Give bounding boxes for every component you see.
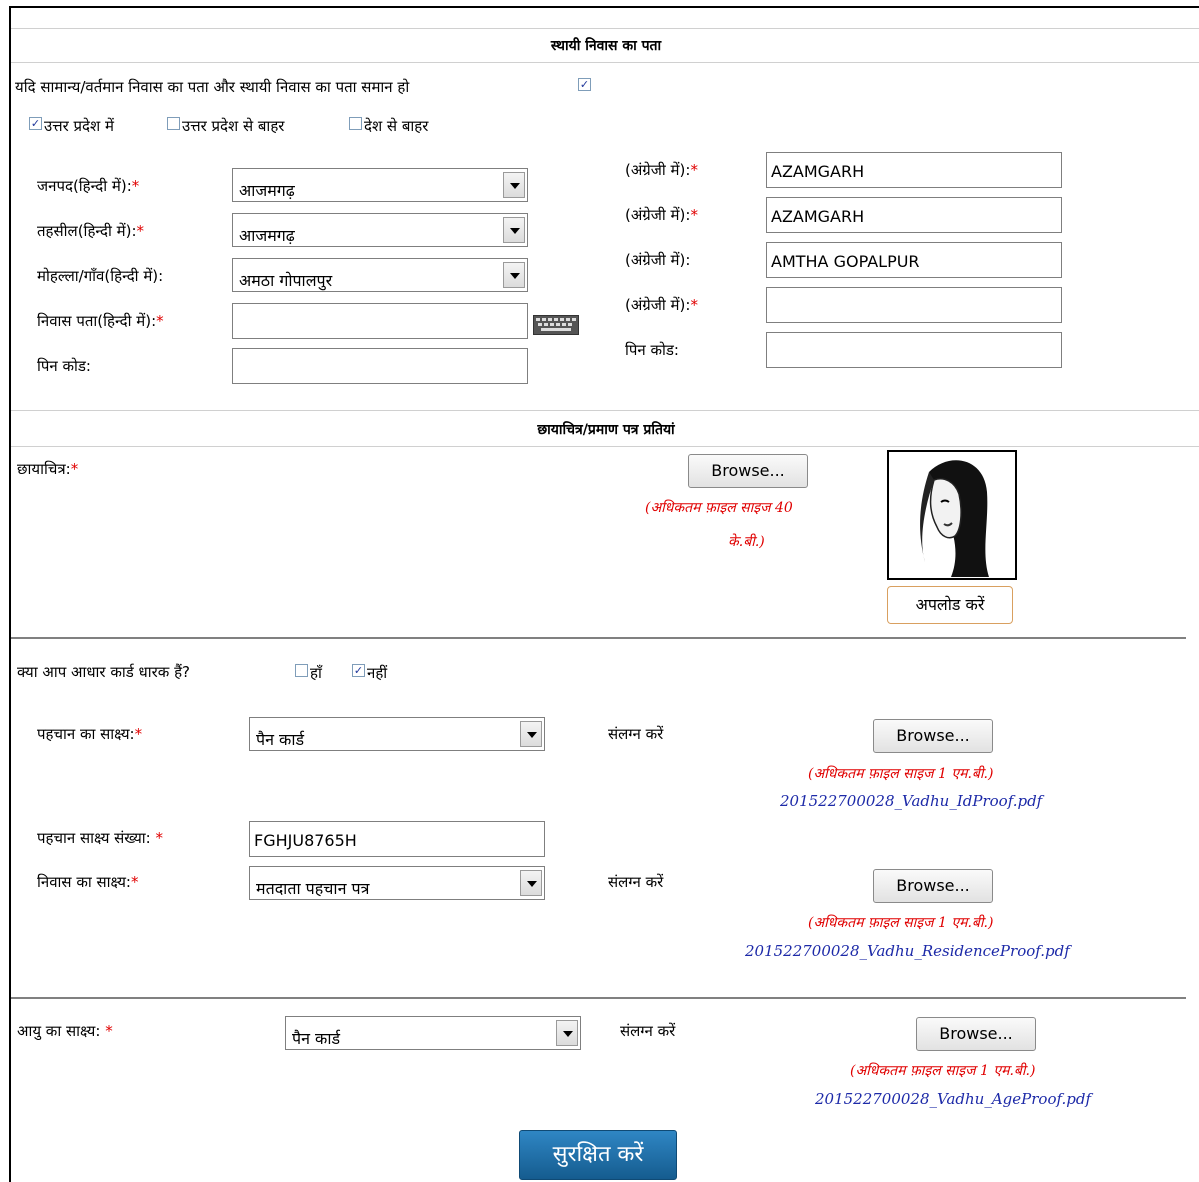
district-label: जनपद(हिन्दी में):* bbox=[37, 177, 140, 195]
same-address-checkbox[interactable]: ✓ bbox=[578, 78, 591, 91]
age-size-note: (अधिकतम फ़ाइल साइज 1 एम.बी.) bbox=[850, 1063, 1036, 1079]
age-file-link[interactable]: 201522700028_Vadhu_AgeProof.pdf bbox=[815, 1090, 1091, 1108]
pincode-input[interactable] bbox=[232, 348, 528, 384]
district-en-label: (अंग्रेजी में):* bbox=[625, 161, 698, 179]
save-button[interactable]: सुरक्षित करें bbox=[519, 1130, 677, 1180]
address-en-label: (अंग्रेजी में):* bbox=[625, 296, 698, 314]
aadhaar-yes-label: हाँ bbox=[310, 664, 322, 682]
tehsil-select[interactable]: आजमगढ़ bbox=[232, 213, 528, 247]
residence-attach-label: संलग्न करें bbox=[608, 873, 664, 891]
divider bbox=[11, 997, 1186, 999]
age-browse-button[interactable]: Browse... bbox=[916, 1017, 1036, 1051]
tehsil-en-input[interactable]: AZAMGARH bbox=[766, 197, 1062, 233]
photo-label: छायाचित्र:* bbox=[17, 460, 79, 478]
identity-file-link[interactable]: 201522700028_Vadhu_IdProof.pdf bbox=[780, 792, 1042, 810]
location-up-checkbox[interactable]: ✓ bbox=[29, 117, 42, 130]
age-proof-select[interactable]: पैन कार्ड bbox=[285, 1016, 581, 1050]
photo-size-note-line2: के.बी.) bbox=[728, 534, 765, 550]
tehsil-label: तहसील(हिन्दी में):* bbox=[37, 222, 145, 240]
district-select[interactable]: आजमगढ़ bbox=[232, 168, 528, 202]
age-attach-label: संलग्न करें bbox=[620, 1022, 676, 1040]
photo-preview bbox=[887, 450, 1017, 580]
address-en-input[interactable] bbox=[766, 287, 1062, 323]
portrait-image bbox=[920, 460, 989, 577]
residence-proof-select[interactable]: मतदाता पहचान पत्र bbox=[249, 866, 545, 900]
chevron-down-icon[interactable] bbox=[520, 721, 542, 747]
location-outside-country-checkbox[interactable] bbox=[349, 117, 362, 130]
identity-browse-button[interactable]: Browse... bbox=[873, 719, 993, 753]
identity-proof-label: पहचान का साक्ष्य:* bbox=[37, 725, 143, 743]
residence-size-note: (अधिकतम फ़ाइल साइज 1 एम.बी.) bbox=[808, 915, 994, 931]
chevron-down-icon[interactable] bbox=[556, 1020, 578, 1046]
identity-attach-label: संलग्न करें bbox=[608, 725, 664, 743]
divider bbox=[11, 28, 1199, 29]
aadhaar-question: क्या आप आधार कार्ड धारक हैं? bbox=[17, 663, 190, 681]
village-en-label: (अंग्रेजी में): bbox=[625, 251, 691, 269]
pincode-en-input[interactable] bbox=[766, 332, 1062, 368]
location-outside-country-label: देश से बाहर bbox=[364, 117, 429, 135]
same-address-label: यदि सामान्य/वर्तमान निवास का पता और स्था… bbox=[15, 78, 410, 96]
age-proof-label: आयु का साक्ष्य: * bbox=[17, 1022, 113, 1040]
village-label: मोहल्ला/गाँव(हिन्दी में): bbox=[37, 267, 164, 285]
identity-number-input[interactable]: FGHJU8765H bbox=[249, 821, 545, 857]
village-en-input[interactable]: AMTHA GOPALPUR bbox=[766, 242, 1062, 278]
identity-number-label: पहचान साक्ष्य संख्या: * bbox=[37, 829, 163, 847]
identity-proof-select[interactable]: पैन कार्ड bbox=[249, 717, 545, 751]
divider bbox=[11, 62, 1199, 63]
village-select[interactable]: अमठा गोपालपुर bbox=[232, 258, 528, 292]
divider bbox=[11, 637, 1186, 639]
district-en-input[interactable]: AZAMGARH bbox=[766, 152, 1062, 188]
location-outside-up-label: उत्तर प्रदेश से बाहर bbox=[182, 117, 285, 135]
chevron-down-icon[interactable] bbox=[503, 262, 525, 288]
tehsil-en-label: (अंग्रेजी में):* bbox=[625, 206, 698, 224]
aadhaar-no-label: नहीं bbox=[367, 664, 388, 682]
chevron-down-icon[interactable] bbox=[503, 217, 525, 243]
pincode-label: पिन कोड: bbox=[37, 357, 91, 375]
aadhaar-yes-checkbox[interactable] bbox=[295, 664, 308, 677]
section-title-documents: छायाचित्र/प्रमाण पत्र प्रतियां bbox=[537, 422, 675, 438]
residence-proof-label: निवास का साक्ष्य:* bbox=[37, 873, 139, 891]
location-up-label: उत्तर प्रदेश में bbox=[44, 117, 114, 135]
pincode-en-label: पिन कोड: bbox=[625, 341, 679, 359]
residence-browse-button[interactable]: Browse... bbox=[873, 869, 993, 903]
address-input[interactable] bbox=[232, 303, 528, 339]
identity-size-note: (अधिकतम फ़ाइल साइज 1 एम.बी.) bbox=[808, 766, 994, 782]
upload-button[interactable]: अपलोड करें bbox=[887, 586, 1013, 624]
location-outside-up-checkbox[interactable] bbox=[167, 117, 180, 130]
divider bbox=[11, 446, 1199, 447]
photo-size-note-line1: (अधिकतम फ़ाइल साइज 40 bbox=[645, 500, 793, 516]
chevron-down-icon[interactable] bbox=[503, 172, 525, 198]
address-label: निवास पता(हिन्दी में):* bbox=[37, 312, 164, 330]
divider bbox=[11, 410, 1199, 411]
residence-file-link[interactable]: 201522700028_Vadhu_ResidenceProof.pdf bbox=[745, 942, 1070, 960]
chevron-down-icon[interactable] bbox=[520, 870, 542, 896]
aadhaar-no-checkbox[interactable]: ✓ bbox=[352, 664, 365, 677]
section-title-permanent-address: स्थायी निवास का पता bbox=[550, 38, 662, 54]
photo-browse-button[interactable]: Browse... bbox=[688, 454, 808, 488]
keyboard-icon[interactable] bbox=[533, 315, 579, 335]
